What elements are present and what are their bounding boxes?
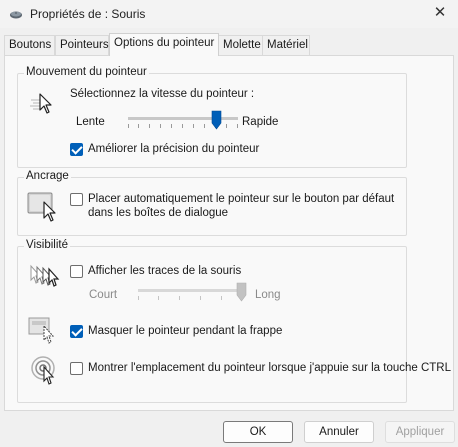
- speed-prompt: Sélectionnez la vitesse du pointeur :: [70, 88, 255, 100]
- speed-slider-thumb[interactable]: [211, 110, 222, 130]
- hide-while-typing-checkbox[interactable]: [70, 325, 83, 338]
- pointer-location-icon: [31, 356, 55, 385]
- precision-label: Améliorer la précision du pointeur: [88, 143, 260, 155]
- trail-slider-thumb[interactable]: [236, 282, 247, 302]
- tab-options-du-pointeur[interactable]: Options du pointeur: [109, 33, 219, 56]
- snap-checkbox[interactable]: [70, 193, 83, 206]
- options-panel: Mouvement du pointeur Sélectionnez la vi…: [4, 55, 454, 411]
- pointer-speed-icon: [30, 93, 52, 114]
- mouse-icon: [10, 11, 22, 19]
- pointer-trails-icon: [30, 264, 60, 287]
- tab-molette[interactable]: Molette: [218, 35, 263, 55]
- ok-button[interactable]: OK: [223, 421, 293, 443]
- ctrl-location-label: Montrer l'emplacement du pointeur lorsqu…: [88, 362, 451, 374]
- tab-materiel[interactable]: Matériel: [262, 35, 310, 55]
- snap-label: Placer automatiquement le pointeur sur l…: [88, 193, 395, 219]
- close-button[interactable]: ✕: [428, 2, 452, 24]
- trail-short-label: Court: [89, 289, 118, 301]
- close-icon: ✕: [433, 4, 447, 21]
- snap-group-title: Ancrage: [24, 170, 71, 182]
- snap-to-default-icon: [27, 192, 56, 222]
- motion-group: Mouvement du pointeur Sélectionnez la vi…: [17, 66, 407, 168]
- title-bar: Propriétés de : Souris ✕: [0, 0, 458, 28]
- speed-fast-label: Rapide: [242, 116, 279, 128]
- hide-while-typing-label: Masquer le pointeur pendant la frappe: [88, 325, 283, 337]
- trail-long-label: Long: [255, 289, 281, 301]
- trails-checkbox[interactable]: [70, 265, 83, 278]
- trails-label: Afficher les traces de la souris: [88, 265, 242, 277]
- motion-group-title: Mouvement du pointeur: [24, 66, 149, 78]
- precision-checkbox[interactable]: [70, 143, 83, 156]
- apply-button[interactable]: Appliquer: [385, 421, 455, 443]
- tab-pointeurs[interactable]: Pointeurs: [55, 35, 109, 55]
- visibility-group: Visibilité Afficher les traces de la sou…: [17, 239, 451, 403]
- ctrl-location-checkbox[interactable]: [70, 362, 83, 375]
- trail-length-slider[interactable]: [138, 282, 250, 305]
- speed-slider[interactable]: [128, 110, 238, 133]
- hide-pointer-icon: [28, 317, 55, 344]
- snap-group: Ancrage Placer automatiquement le pointe…: [17, 170, 407, 236]
- visibility-group-title: Visibilité: [24, 239, 70, 251]
- tab-boutons[interactable]: Boutons: [4, 35, 55, 55]
- cancel-button[interactable]: Annuler: [304, 421, 374, 443]
- window-title: Propriétés de : Souris: [30, 7, 146, 21]
- speed-slow-label: Lente: [76, 116, 105, 128]
